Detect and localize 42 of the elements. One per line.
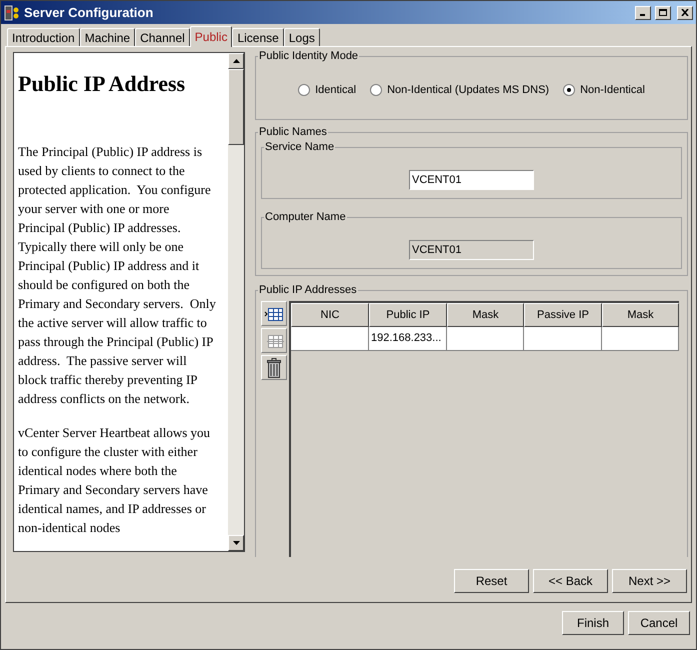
- tab[interactable]: Channel: [135, 28, 190, 46]
- service-name-field[interactable]: VCENT01: [409, 170, 534, 190]
- help-heading: Public IP Address: [18, 71, 186, 97]
- column-header[interactable]: Mask: [602, 303, 679, 327]
- table-cell: 192.168.233...: [369, 327, 447, 351]
- add-row-button[interactable]: [261, 301, 287, 326]
- tab[interactable]: Public: [190, 26, 232, 47]
- scroll-down-icon: [232, 541, 240, 545]
- close-icon: [681, 9, 689, 16]
- column-header[interactable]: Mask: [447, 303, 524, 327]
- column-header[interactable]: Public IP: [369, 303, 447, 327]
- radio-option[interactable]: Non-Identical: [563, 82, 645, 98]
- maximize-button[interactable]: [655, 6, 671, 20]
- dialog-button[interactable]: Finish: [562, 611, 624, 635]
- radio-option[interactable]: Non-Identical (Updates MS DNS): [370, 82, 550, 98]
- dialog-button[interactable]: Cancel: [628, 611, 690, 635]
- window-title: Server Configuration: [24, 4, 154, 22]
- trash-icon: [267, 358, 281, 378]
- column-header[interactable]: NIC: [291, 303, 369, 327]
- tab[interactable]: Logs: [284, 28, 320, 46]
- page-button[interactable]: << Back: [533, 569, 608, 593]
- page-button[interactable]: Reset: [454, 569, 529, 593]
- maximize-icon: [659, 9, 667, 16]
- tab[interactable]: Machine: [80, 28, 136, 46]
- radio-button[interactable]: [563, 84, 576, 96]
- help-paragraph: The Principal (Public) IP address is used by clients to connect to the protected application. You configure your server with one or more Principal (Public) IP addresses. Typically there will only be one Principal (Public) IP address and it should be configured on both the Primary and Secondary servers. Only the active server will allow traffic to pass through the Principal (Public) IP address. The passive server will block traffic thereby preventing IP address conflicts on the network.: [18, 143, 217, 408]
- group-title: Computer Name: [264, 210, 347, 224]
- minimize-button[interactable]: [635, 6, 651, 20]
- server-icon: [4, 4, 20, 20]
- page-button[interactable]: Next >>: [612, 569, 687, 593]
- group-title: Public Identity Mode: [258, 49, 360, 63]
- help-paragraph: vCenter Server Heartbeat allows you to configure the cluster with either identical nodes where both the Primary and Secondary servers have identical names, and IP addresses or non-identical nodes: [18, 424, 212, 537]
- delete-row-button[interactable]: [261, 355, 287, 380]
- radio-option[interactable]: Identical: [298, 82, 356, 98]
- tab[interactable]: License: [232, 28, 284, 46]
- column-header[interactable]: Passive IP: [524, 303, 602, 327]
- radio-button[interactable]: [298, 84, 310, 96]
- scroll-thumb[interactable]: [228, 69, 244, 145]
- scroll-up-icon: [232, 59, 240, 63]
- close-button[interactable]: [677, 6, 693, 20]
- tab[interactable]: Introduction: [7, 28, 80, 46]
- radio-button[interactable]: [370, 84, 382, 96]
